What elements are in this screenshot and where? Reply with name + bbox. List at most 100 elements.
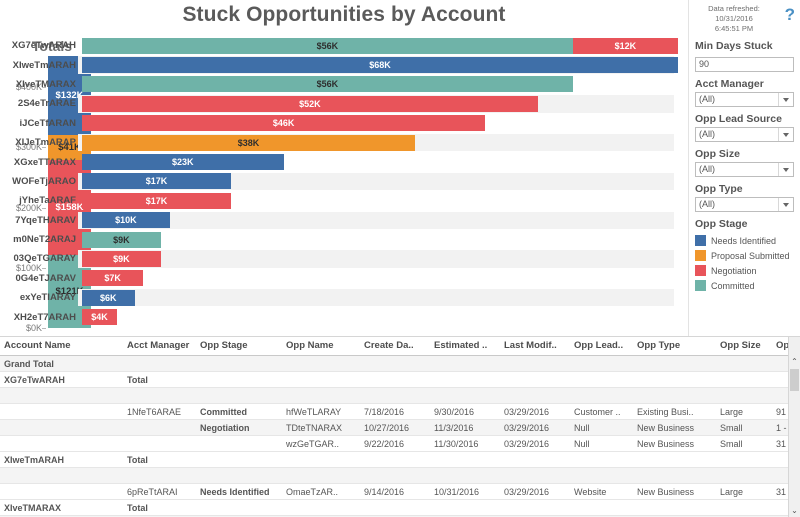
table-cell [360,467,430,484]
bar-value-label: $52K [299,98,321,109]
table-cell: Null [570,419,633,436]
chevron-down-icon[interactable] [778,198,793,212]
table-column-header[interactable]: Last Modif.. [500,337,570,356]
table-row[interactable]: wzGeTGAR.. 9/22/2016 11/30/2016 03/29/2016 N… [0,435,800,452]
legend-item[interactable]: Needs Identified [695,233,794,248]
bar-segment[interactable]: $10K [82,212,170,229]
bar-row[interactable]: jYheTaARAF $17K [0,191,688,210]
bar-row[interactable]: iJCeTfARAN $46K [0,114,688,133]
bar-segment[interactable]: $17K [82,173,231,190]
legend-item[interactable]: Committed [695,278,794,293]
row-background [78,250,674,268]
bar-row[interactable]: 03QeTGARAY $9K [0,249,688,268]
row-background [78,289,674,307]
scroll-up-icon[interactable]: ⌃ [789,355,800,368]
table-cell: wzGeTGAR.. [282,435,360,452]
bar-value-label: $56K [316,79,339,90]
bar-row[interactable]: exYeTIARAY $6K [0,288,688,307]
bar-segment[interactable]: $68K [82,57,678,74]
data-refreshed-label: Data refreshed: [708,4,760,13]
legend-item[interactable]: Negotiation [695,263,794,278]
bar-row[interactable]: 2S4eTrARAE $52K [0,94,688,113]
table-column-header[interactable]: Estimated .. [430,337,500,356]
bar-segment[interactable]: $23K [82,154,284,171]
table-cell: New Business [633,419,716,436]
legend-item[interactable]: Proposal Submitted [695,248,794,263]
acct-manager-select[interactable]: (All) [695,92,794,108]
bar-segment[interactable]: $56K [82,37,573,54]
bar-segment[interactable]: $4K [82,309,118,326]
bar-value-label: $9K [113,234,130,245]
table-row[interactable]: Negotiation TDteTNARAX 10/27/2016 11/3/2016… [0,419,800,436]
row-background [78,308,674,325]
bar-segment[interactable]: $12K [572,37,678,54]
bar-track: $10K [82,212,170,229]
table-row[interactable]: XIveTMARAX Total [0,499,800,516]
table-body: Grand Total$451,943XG7eTwARAHTotal$68,38… [0,355,800,517]
bar-track: $68K [82,57,678,74]
bar-row[interactable]: XGxeTTARAX $23K [0,152,688,171]
table-row[interactable]: XG7eTwARAH Total [0,371,800,388]
bar-row[interactable]: 0G4eTJARAV $7K [0,269,688,288]
scroll-down-icon[interactable]: ⌄ [789,504,800,517]
bar-track: $9K [82,250,161,267]
table-row[interactable]: 6pReTtARAI Needs Identified OmaeTzAR.. 9/14… [0,483,800,500]
table-cell [360,387,430,404]
table-row[interactable]: $68,381 [0,387,800,404]
bar-segment[interactable]: $17K [82,192,231,209]
opp-lead-source-select[interactable]: (All) [695,127,794,143]
table-cell [430,451,500,468]
scrollbar-thumb[interactable] [790,369,799,391]
opp-type-select[interactable]: (All) [695,197,794,213]
legend-item-label: Proposal Submitted [711,250,790,261]
table-column-header[interactable]: Opp Lead.. [570,337,633,356]
bar-segment[interactable]: $52K [82,95,538,112]
bar-row[interactable]: XG7eTwARAH $56K $12K [0,36,688,55]
table-column-header[interactable]: Opp Type [633,337,716,356]
table-column-header[interactable]: Opp Name [282,337,360,356]
table-row[interactable]: $68,000 [0,467,800,484]
bar-segment[interactable]: $56K [82,76,573,93]
bar-track: $23K [82,154,284,171]
bar-row[interactable]: XIweTmARAH $68K [0,55,688,74]
table-cell [282,499,360,516]
chevron-down-icon[interactable] [778,128,793,142]
help-icon[interactable]: ? [785,6,795,23]
bar-row[interactable]: XH2eT7ARAH $4K [0,307,688,326]
bar-row[interactable]: 7YqeTHARAV $10K [0,211,688,230]
bar-category-label: XIveTMARAX [15,78,76,90]
table-column-header[interactable]: Acct Manager [123,337,196,356]
bar-segment[interactable]: $6K [82,289,135,306]
chevron-down-icon[interactable] [778,93,793,107]
table-cell [430,499,500,516]
bar-segment[interactable]: $38K [82,134,416,151]
table-column-header[interactable]: Opp Size [716,337,772,356]
table-cell [123,467,196,484]
bar-row[interactable]: XIveTMARAX $56K [0,75,688,94]
table-row[interactable]: Grand Total$451,943 [0,355,800,372]
bar-segment[interactable]: $46K [82,115,486,132]
table-row[interactable]: XIweTmARAH Total [0,451,800,468]
bar-segment[interactable]: $9K [82,250,161,267]
table-column-header[interactable]: Opp Stage [196,337,282,356]
bar-row[interactable]: m0NeT2ARAJ $9K [0,230,688,249]
table-cell [123,387,196,404]
bar-row[interactable]: WOFeTjARAO $17K [0,172,688,191]
table-column-header[interactable]: Account Name [0,337,123,356]
min-days-stuck-input[interactable] [695,56,794,72]
opp-stage-legend: Needs Identified Proposal Submitted Negoti… [695,233,794,293]
bar-row[interactable]: XIJeTmARAP $38K [0,133,688,152]
table-cell: 9/30/2016 [430,403,500,420]
chevron-down-icon[interactable] [778,163,793,177]
bar-segment[interactable]: $7K [82,270,144,287]
bar-category-label: exYeTIARAY [19,292,76,304]
min-days-stuck-label: Min Days Stuck [695,40,773,53]
table-column-header[interactable]: Create Da.. [360,337,430,356]
table-cell [123,419,196,436]
table-cell [0,467,123,484]
table-cell [716,499,772,516]
bar-segment[interactable]: $9K [82,231,161,248]
table-row[interactable]: 1NfeT6ARAE Committed hfWeTLARAY 7/18/2016 9/… [0,403,800,420]
opp-size-select[interactable]: (All) [695,162,794,178]
table-scrollbar[interactable]: ⌃ ⌄ [788,337,800,517]
